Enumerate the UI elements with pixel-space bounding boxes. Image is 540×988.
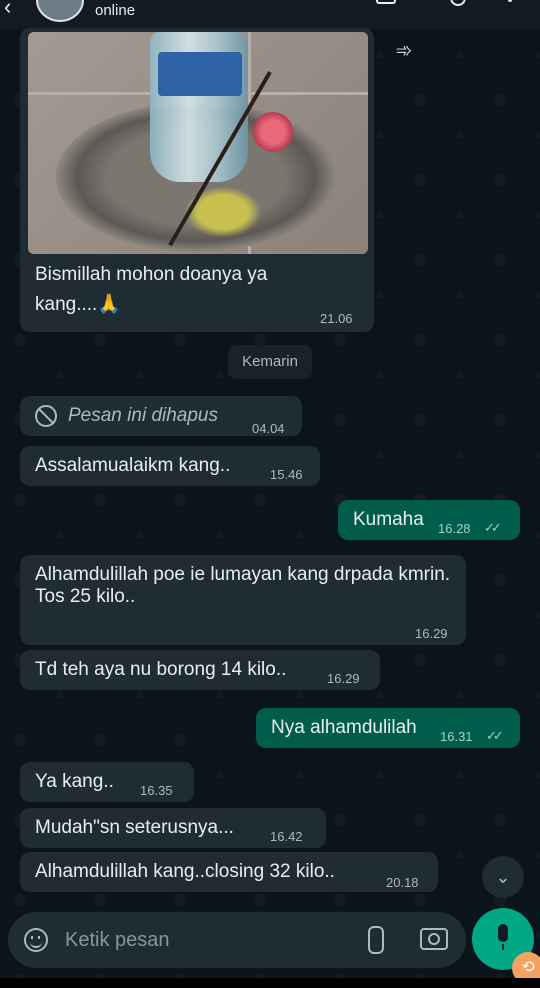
message-time: 16.29 (327, 671, 360, 686)
message-time: 16.28 (438, 521, 471, 536)
chat-header: ‹ online (0, 0, 540, 30)
scroll-down-icon[interactable]: ⌄ (482, 856, 524, 898)
message-text: Alhamdulillah kang..closing 32 kilo.. (35, 861, 335, 882)
message-bubble-incoming[interactable]: Assalamualaikm kang.. 15.46 (20, 446, 320, 486)
message-text: Ya kang.. (35, 771, 114, 792)
message-time: 20.18 (386, 875, 419, 890)
menu-icon[interactable] (508, 0, 512, 2)
message-time: 16.42 (270, 829, 303, 844)
message-text: Alhamdulillah poe ie lumayan kang drpada… (35, 564, 451, 607)
read-ticks-icon: ✓✓ (484, 520, 502, 535)
message-text: Td teh aya nu borong 14 kilo.. (35, 659, 287, 680)
message-bubble-outgoing[interactable]: Nya alhamdulilah 16.31 ✓✓ (256, 708, 520, 748)
message-text: Nya alhamdulilah (271, 717, 417, 738)
message-bubble-incoming[interactable]: Td teh aya nu borong 14 kilo.. 16.29 (20, 650, 380, 690)
message-bubble-incoming[interactable]: Alhamdulillah kang..closing 32 kilo.. 20… (20, 852, 438, 892)
message-time: 16.29 (415, 626, 448, 641)
message-bubble-outgoing[interactable]: Kumaha 16.28 ✓✓ (338, 500, 520, 540)
message-composer (8, 912, 466, 968)
mic-icon (498, 924, 508, 950)
message-bubble-incoming[interactable]: Alhamdulillah poe ie lumayan kang drpada… (20, 555, 466, 645)
message-time: 04.04 (252, 421, 285, 436)
message-bubble-incoming[interactable]: Ya kang.. 16.35 (20, 762, 194, 802)
message-text: Mudah"sn seterusnya... (35, 817, 234, 838)
message-text: Pesan ini dihapus (68, 405, 218, 426)
deleted-icon (35, 405, 57, 427)
attach-icon[interactable] (368, 926, 384, 954)
photo-message[interactable]: Bismillah mohon doanya ya kang....🙏 21.0… (20, 28, 374, 332)
message-time: 15.46 (270, 467, 303, 482)
message-bubble-incoming[interactable]: Mudah"sn seterusnya... 16.42 (20, 808, 326, 848)
back-icon[interactable]: ‹ (4, 0, 11, 20)
avatar[interactable] (36, 0, 84, 22)
deleted-message[interactable]: Pesan ini dihapus 04.04 (20, 396, 302, 436)
day-divider: Kemarin (228, 345, 312, 379)
message-photo[interactable] (28, 32, 368, 254)
forward-icon[interactable]: ➾ (384, 34, 424, 68)
message-time: 21.06 (320, 311, 353, 326)
system-nav-bar (0, 978, 540, 988)
emoji-icon[interactable] (24, 928, 48, 952)
photo-flower (253, 112, 293, 152)
message-input[interactable] (63, 926, 347, 954)
photo-bottle-label (158, 52, 242, 96)
video-call-icon[interactable] (376, 0, 396, 4)
message-time: 16.35 (140, 783, 173, 798)
read-ticks-icon: ✓✓ (486, 728, 504, 743)
message-text: Assalamualaikm kang.. (35, 455, 231, 476)
photo-leaves (178, 182, 268, 242)
message-text: Kumaha (353, 509, 424, 530)
photo-caption: Bismillah mohon doanya ya kang....🙏 (35, 264, 268, 315)
voice-call-icon[interactable] (450, 0, 466, 6)
message-time: 16.31 (440, 729, 473, 744)
contact-status: online (95, 2, 136, 19)
camera-icon[interactable] (420, 928, 448, 950)
